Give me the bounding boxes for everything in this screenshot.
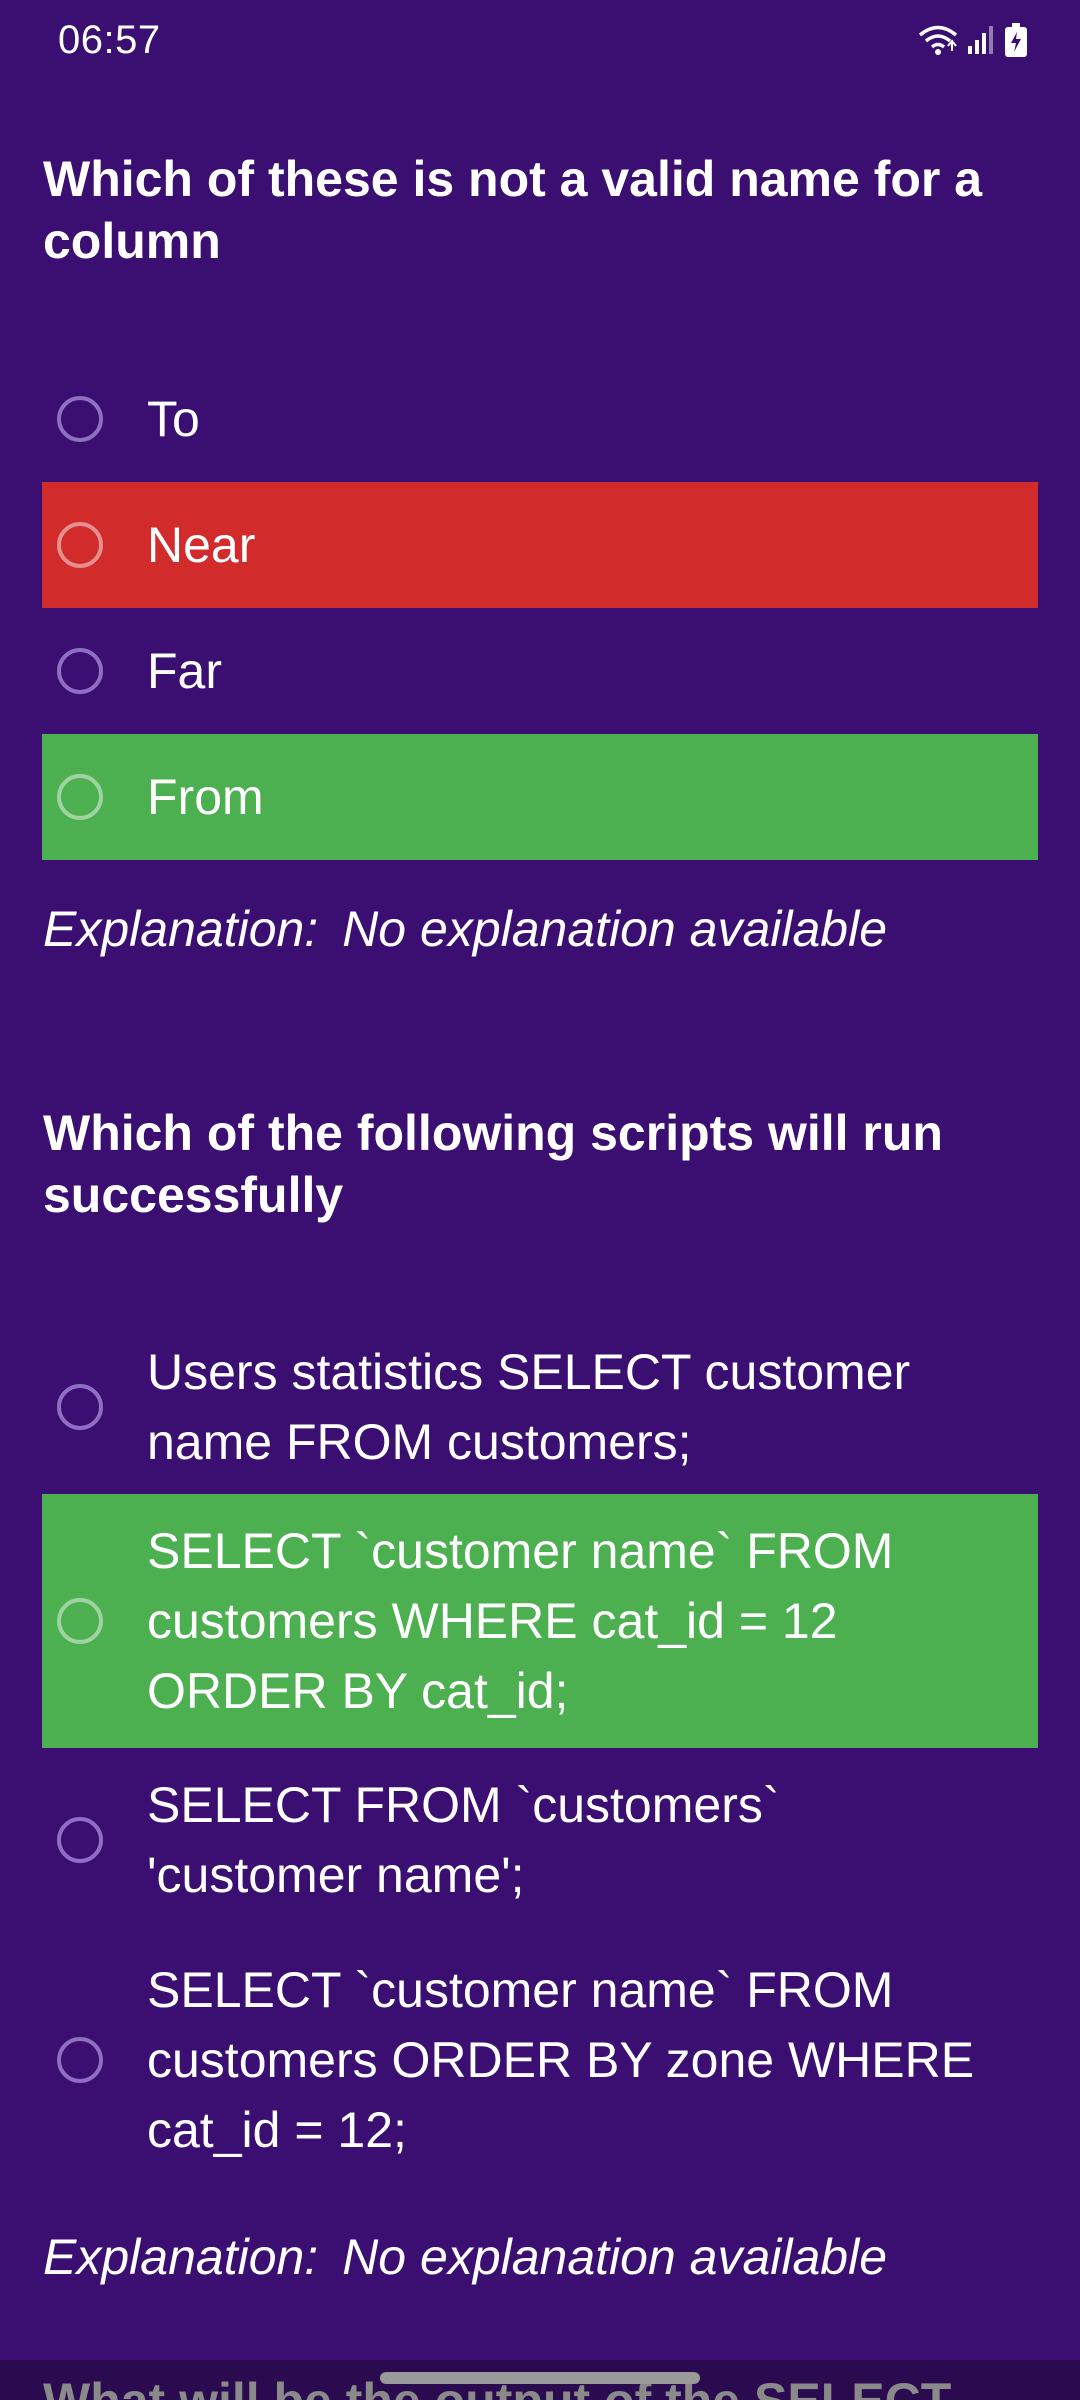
explanation-text: No explanation available (342, 901, 888, 957)
option-label: SELECT `customer name` FROM customers OR… (147, 1962, 975, 2158)
question-1-explanation: Explanation: No explanation available (43, 900, 887, 958)
radio-button[interactable] (57, 648, 103, 694)
option-label: Users statistics SELECT customer name FR… (147, 1344, 911, 1470)
question-2-option-2[interactable]: SELECT `customer name` FROM customers WH… (42, 1494, 1038, 1748)
radio-button[interactable] (57, 1384, 103, 1430)
option-label: SELECT FROM `customers` 'customer name'; (147, 1777, 780, 1903)
question-1-option-3[interactable]: Far (42, 608, 1038, 734)
explanation-label: Explanation: (43, 2229, 319, 2285)
question-1-title: Which of these is not a valid name for a… (43, 151, 983, 269)
radio-button[interactable] (57, 1598, 103, 1644)
radio-button[interactable] (57, 396, 103, 442)
explanation-text: No explanation available (342, 2229, 888, 2285)
radio-button[interactable] (57, 1817, 103, 1863)
status-bar: 06:57 (0, 0, 1080, 80)
question-1-option-1[interactable]: To (42, 356, 1038, 482)
battery-icon (1004, 23, 1028, 57)
radio-button[interactable] (57, 2037, 103, 2083)
question-2-explanation: Explanation: No explanation available (43, 2228, 887, 2286)
signal-icon (966, 24, 996, 56)
option-label: Far (147, 643, 222, 699)
navigation-handle[interactable] (380, 2372, 700, 2384)
wifi-icon (918, 24, 958, 56)
question-2-option-4[interactable]: SELECT `customer name` FROM customers OR… (42, 1932, 1038, 2188)
option-label: Near (147, 517, 256, 573)
radio-button[interactable] (57, 774, 103, 820)
radio-button[interactable] (57, 522, 103, 568)
option-label: From (147, 769, 264, 825)
question-1-option-4[interactable]: From (42, 734, 1038, 860)
status-time: 06:57 (58, 18, 161, 62)
question-1-option-2[interactable]: Near (42, 482, 1038, 608)
question-2-option-3[interactable]: SELECT FROM `customers` 'customer name'; (42, 1748, 1038, 1932)
question-2-title: Which of the following scripts will run … (43, 1105, 943, 1223)
question-2-option-1[interactable]: Users statistics SELECT customer name FR… (42, 1320, 1038, 1494)
option-label: SELECT `customer name` FROM customers WH… (147, 1523, 894, 1719)
explanation-label: Explanation: (43, 901, 319, 957)
status-icons (918, 18, 1028, 62)
option-label: To (147, 391, 200, 447)
